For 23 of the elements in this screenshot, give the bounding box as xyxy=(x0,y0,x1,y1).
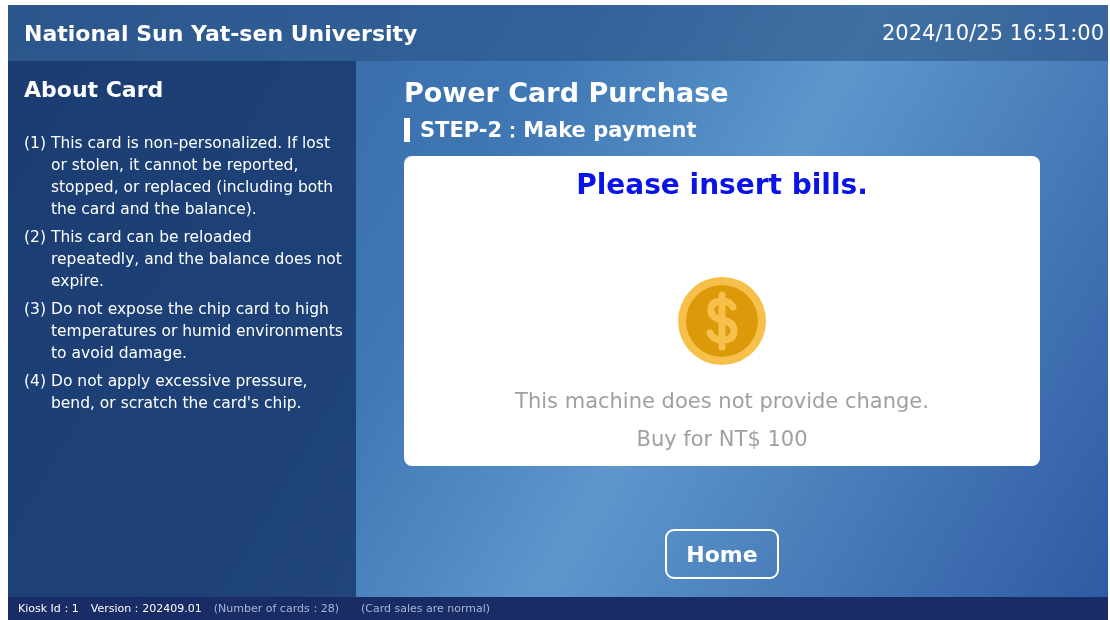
status-text: (Number of cards：28) xyxy=(213,601,339,616)
item-number: (4) xyxy=(24,371,46,392)
home-button[interactable]: Home xyxy=(665,529,779,579)
card-note: This card is non-personalized. If lost or stolen, it cannot be reported, stopped, or replaced (including both the card and the balance). xyxy=(50,133,335,220)
item-number: (1) xyxy=(24,133,46,154)
status-text: (Card sales are normal) xyxy=(360,602,491,615)
datetime: 2024/10/25 16:51:00 xyxy=(881,21,1104,45)
status-text: Kiosk Id：1 xyxy=(18,601,79,616)
card-note: Do not apply excessive pressure, bend, or scratch the card's chip. xyxy=(50,371,309,414)
step-marker xyxy=(404,118,410,142)
dollar-coin-icon xyxy=(678,277,766,365)
status-text: Version：202409.01 xyxy=(90,601,202,616)
change-notice: This machine does not provide change. xyxy=(515,389,929,413)
purchase-amount: Buy for NT$ 100 xyxy=(636,427,808,451)
page-title: Power Card Purchase xyxy=(404,77,730,108)
card-note: Do not expose the chip card to high temperatures or humid environments to avoid damage. xyxy=(50,299,344,364)
card-note: This card can be reloaded repeatedly, and the balance does not expire. xyxy=(50,227,343,292)
step-label: STEP-2：Make payment xyxy=(420,117,697,144)
item-number: (3) xyxy=(24,299,46,320)
university-title: National Sun Yat-sen University xyxy=(24,20,418,46)
sidebar-title: About Card xyxy=(24,77,165,102)
insert-prompt: Please insert bills. xyxy=(576,168,868,201)
item-number: (2) xyxy=(24,227,46,248)
